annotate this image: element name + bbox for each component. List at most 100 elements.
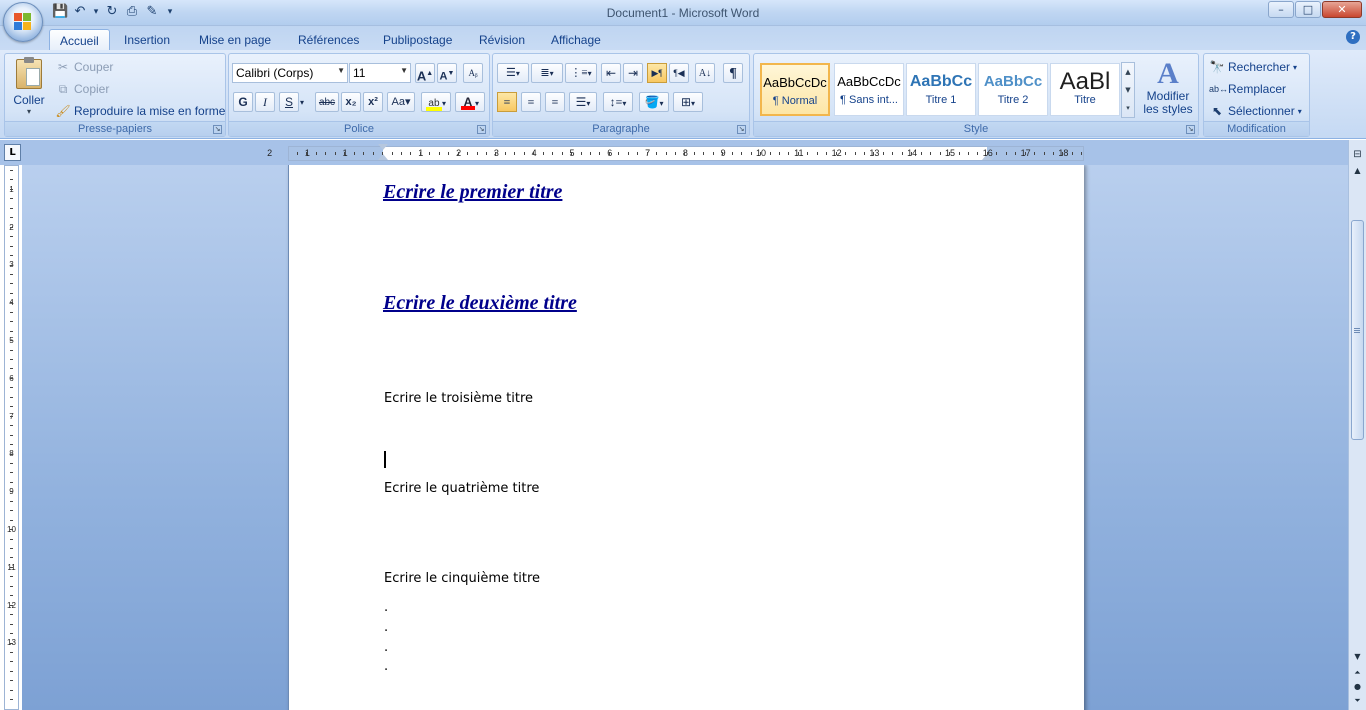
chevron-down-icon[interactable]: ▼ [1122, 81, 1134, 99]
horizontal-ruler[interactable]: 211123456789101112131415161718 [267, 144, 1084, 161]
multilevel-list-button[interactable]: ⋮≡▾ [565, 63, 597, 83]
dot-line[interactable]: . [384, 600, 388, 615]
rtl-button[interactable]: ¶◀ [669, 63, 689, 83]
help-icon[interactable]: ? [1346, 30, 1360, 44]
numbering-button[interactable]: ≣▾ [531, 63, 563, 83]
style-no-spacing[interactable]: AaBbCcDc ¶ Sans int... [834, 63, 904, 116]
tab-revision[interactable]: Révision [469, 29, 535, 50]
ruler-toggle-icon[interactable]: ⊟ [1349, 148, 1366, 162]
bold-button[interactable]: G [233, 92, 253, 112]
clipboard-group: Coller ▾ ✂ Couper ⧉ Copier 🖌 Reproduire la … [4, 53, 226, 137]
tab-insertion[interactable]: Insertion [114, 29, 180, 50]
underline-button[interactable]: S [279, 92, 299, 112]
ruler-tick [1034, 152, 1036, 155]
paragraph-3-text[interactable]: Ecrire le troisième titre [384, 391, 533, 406]
show-hide-button[interactable]: ¶ [723, 63, 743, 83]
previous-page-icon[interactable]: ⏶ [1349, 666, 1366, 680]
decrease-indent-button[interactable]: ⇤ [601, 63, 621, 83]
minimize-button[interactable]: – [1268, 1, 1294, 18]
paragraph-4-text[interactable]: Ecrire le quatrième titre [384, 481, 539, 496]
underline-dropdown-icon[interactable]: ▾ [297, 92, 307, 112]
find-button[interactable]: 🔭 Rechercher ▾ [1209, 59, 1298, 75]
scrollbar-thumb[interactable] [1351, 220, 1364, 440]
ruler-tick [835, 152, 837, 155]
change-case-button[interactable]: Aa▾ [387, 92, 415, 112]
line-spacing-button[interactable]: ↕≡▾ [603, 92, 633, 112]
style-normal[interactable]: AaBbCcDc ¶ Normal [760, 63, 830, 116]
replace-button[interactable]: ab↔ Remplacer [1209, 81, 1286, 97]
ruler-tick [656, 152, 658, 155]
vertical-ruler[interactable]: 12345678910111213 [4, 165, 19, 710]
browse-object-icon[interactable]: ● [1349, 680, 1366, 694]
first-line-indent-marker[interactable] [378, 144, 388, 150]
scroll-up-arrow-icon[interactable]: ▲ [1349, 164, 1366, 178]
copy-button[interactable]: ⧉ Copier [55, 81, 110, 97]
styles-dialog-launcher-icon[interactable]: ↘ [1186, 125, 1195, 134]
bullets-button[interactable]: ☰▾ [497, 63, 529, 83]
dot-line[interactable]: . [384, 620, 388, 635]
scroll-down-arrow-icon[interactable]: ▼ [1349, 650, 1366, 664]
ruler-tick [10, 170, 13, 171]
sort-button[interactable]: A↓ [695, 63, 715, 83]
gallery-more-icon[interactable]: ▾ [1122, 99, 1134, 117]
style-title[interactable]: AaBl Titre [1050, 63, 1120, 116]
next-page-icon[interactable]: ⏷ [1349, 694, 1366, 708]
paragraph-dialog-launcher-icon[interactable]: ↘ [737, 125, 746, 134]
borders-button[interactable]: ⊞▾ [673, 92, 703, 112]
paragraph-5-text[interactable]: Ecrire le cinquième titre [384, 571, 540, 586]
document-page[interactable]: Ecrire le premier titre Ecrire le deuxiè… [288, 165, 1084, 710]
subscript-button[interactable]: x₂ [341, 92, 361, 112]
font-dialog-launcher-icon[interactable]: ↘ [477, 125, 486, 134]
ruler-tick [495, 152, 497, 155]
font-family-select[interactable]: Calibri (Corps) ▼ [232, 63, 348, 83]
styles-gallery-scroll[interactable]: ▲ ▼ ▾ [1121, 62, 1135, 118]
ruler-tick [467, 152, 469, 155]
font-color-button[interactable]: A ▾ [455, 92, 485, 112]
maximize-button[interactable]: □ [1295, 1, 1321, 18]
shading-button[interactable]: 🪣▾ [639, 92, 669, 112]
tab-references[interactable]: Références [288, 29, 369, 50]
style-heading-1[interactable]: AaBbCc Titre 1 [906, 63, 976, 116]
chevron-up-icon[interactable]: ▲ [1122, 63, 1134, 81]
ribbon-tabs: Accueil Insertion Mise en page Référence… [0, 26, 1366, 50]
highlight-button[interactable]: ab ▾ [421, 92, 451, 112]
clipboard-dialog-launcher-icon[interactable]: ↘ [213, 125, 222, 134]
paste-button[interactable]: Coller ▾ [9, 57, 49, 121]
justify-button[interactable]: ☰▾ [569, 92, 597, 112]
align-right-button[interactable]: ≡ [545, 92, 565, 112]
italic-button[interactable]: I [255, 92, 275, 112]
shrink-font-button[interactable]: A▼ [437, 63, 457, 83]
format-painter-button[interactable]: 🖌 Reproduire la mise en forme [55, 103, 225, 119]
tab-publipostage[interactable]: Publipostage [373, 29, 462, 50]
cut-button[interactable]: ✂ Couper [55, 59, 113, 75]
ruler-tick [10, 292, 13, 294]
tab-affichage[interactable]: Affichage [541, 29, 611, 50]
superscript-button[interactable]: x² [363, 92, 383, 112]
clear-formatting-button[interactable]: Aᵦ [463, 63, 483, 83]
increase-indent-button[interactable]: ⇥ [623, 63, 643, 83]
dot-line[interactable]: . [384, 640, 388, 655]
grow-font-button[interactable]: A▲ [415, 63, 435, 83]
ruler-tick [665, 152, 667, 155]
tab-accueil[interactable]: Accueil [49, 29, 110, 50]
align-center-button[interactable]: ≡ [521, 92, 541, 112]
select-button[interactable]: ⬉ Sélectionner ▾ [1209, 103, 1302, 119]
dot-line[interactable]: . [384, 659, 388, 674]
ruler-tick [1053, 152, 1054, 155]
ruler-tick [10, 519, 13, 521]
office-button[interactable] [3, 2, 43, 42]
tab-selector-button[interactable]: L [4, 144, 21, 161]
close-button[interactable]: ✕ [1322, 1, 1362, 18]
ltr-button[interactable]: ▶¶ [647, 63, 667, 83]
vertical-scrollbar[interactable]: ⊟ ▲ ▼ ⏶ ● ⏷ [1348, 140, 1366, 710]
font-size-select[interactable]: 11 ▼ [349, 63, 411, 83]
tab-mise-en-page[interactable]: Mise en page [189, 29, 281, 50]
change-styles-button[interactable]: A Modifier les styles [1138, 58, 1198, 116]
format-painter-label: Reproduire la mise en forme [74, 104, 226, 118]
strikethrough-button[interactable]: abc [315, 92, 339, 112]
heading-2-text[interactable]: Ecrire le deuxième titre [383, 292, 577, 315]
heading-1-text[interactable]: Ecrire le premier titre [383, 181, 562, 204]
paste-dropdown-icon: ▾ [26, 107, 31, 116]
align-left-button[interactable]: ≡ [497, 92, 517, 112]
style-heading-2[interactable]: AaBbCc Titre 2 [978, 63, 1048, 116]
